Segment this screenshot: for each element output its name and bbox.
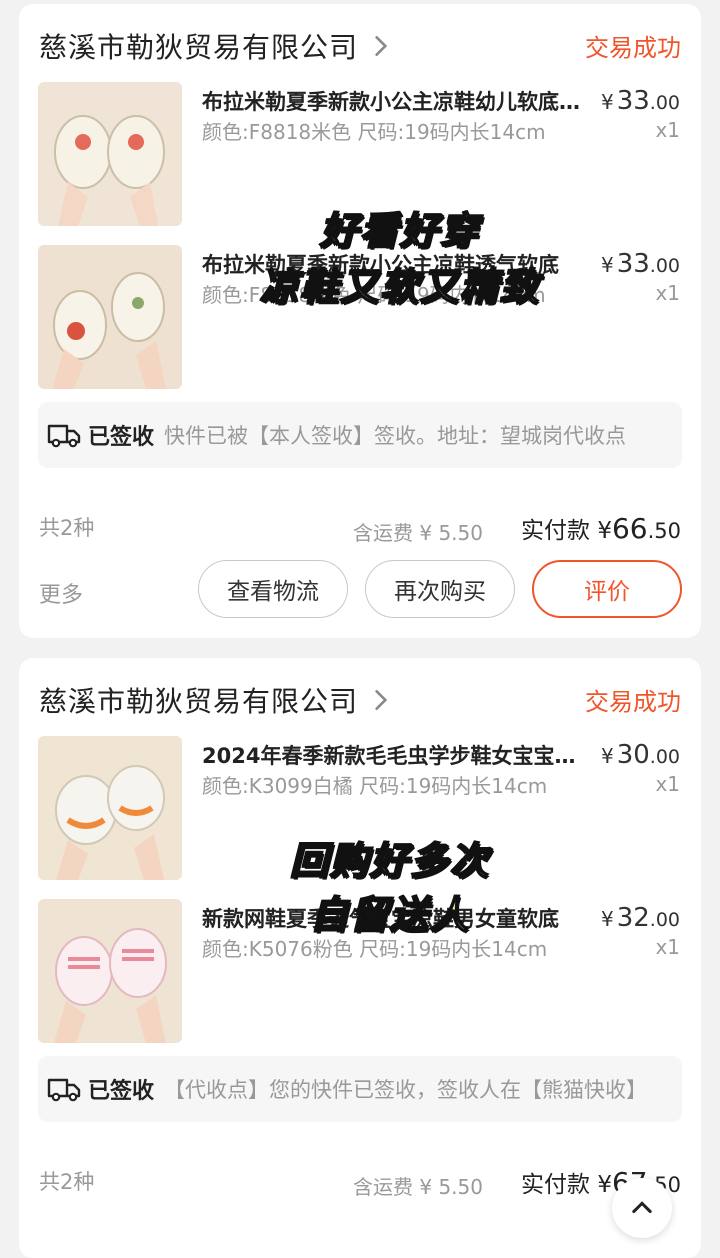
product-quantity: x1 — [655, 772, 680, 796]
more-button[interactable]: 更多 — [39, 577, 83, 609]
product-title: 布拉米勒夏季新款小公主凉鞋幼儿软底宝宝鞋 — [202, 90, 582, 114]
chevron-up-icon — [632, 1201, 652, 1214]
review-button[interactable]: 评价 — [532, 560, 682, 618]
product-quantity: x1 — [655, 281, 680, 305]
product-thumbnail[interactable] — [38, 82, 182, 226]
caption-overlay-line: 好看好穿 — [319, 208, 480, 254]
truck-icon — [47, 1078, 81, 1102]
view-logistics-button[interactable]: 查看物流 — [198, 560, 348, 618]
truck-icon — [47, 424, 81, 448]
shipping-fee: 含运费 ¥ 5.50 — [353, 1175, 483, 1199]
order-status: 交易成功 — [585, 688, 681, 716]
item-count: 共2种 — [39, 1170, 95, 1194]
product-thumbnail[interactable] — [38, 736, 182, 880]
logistics-bar[interactable]: 已签收 快件已被【本人签收】签收。地址：望城岗代收点 — [38, 402, 682, 468]
product-thumbnail[interactable] — [38, 899, 182, 1043]
product-thumbnail[interactable] — [38, 245, 182, 389]
paid-total: 实付款 ¥66.50 — [521, 512, 681, 545]
shop-name: 慈溪市勒狄贸易有限公司 — [39, 685, 359, 718]
logistics-status: 已签收 — [88, 1079, 155, 1104]
logistics-status: 已签收 — [88, 425, 155, 450]
product-quantity: x1 — [655, 118, 680, 142]
caption-overlay-line: 自留送人 — [309, 892, 470, 938]
product-price: ¥32.00 — [600, 903, 680, 933]
shop-link[interactable]: 慈溪市勒狄贸易有限公司 — [39, 26, 394, 66]
product-title: 2024年春季新款毛毛虫学步鞋女宝宝软底 — [202, 744, 582, 768]
product-price: ¥30.00 — [600, 740, 680, 770]
order-card[interactable]: 慈溪市勒狄贸易有限公司 交易成功 布拉米勒夏季新款小公主凉鞋幼儿软底宝宝鞋 颜色… — [19, 4, 701, 638]
chevron-right-icon — [375, 36, 388, 56]
shop-link[interactable]: 慈溪市勒狄贸易有限公司 — [39, 680, 394, 720]
caption-overlay-line: 回购好多次 — [289, 838, 490, 884]
shipping-fee: 含运费 ¥ 5.50 — [353, 521, 483, 545]
buy-again-button[interactable]: 再次购买 — [365, 560, 515, 618]
item-count: 共2种 — [39, 516, 95, 540]
logistics-detail: 快件已被【本人签收】签收。地址：望城岗代收点 — [164, 424, 627, 448]
order-card[interactable]: 慈溪市勒狄贸易有限公司 交易成功 2024年春季新款毛毛虫学步鞋女宝宝软底 颜色… — [19, 658, 701, 1258]
product-price: ¥33.00 — [600, 86, 680, 116]
shop-name: 慈溪市勒狄贸易有限公司 — [39, 31, 359, 64]
product-spec: 颜色:F8818米色 尺码:19码内长14cm — [202, 120, 546, 144]
product-quantity: x1 — [655, 935, 680, 959]
chevron-right-icon — [375, 690, 388, 710]
product-spec: 颜色:K3099白橘 尺码:19码内长14cm — [202, 774, 548, 798]
logistics-bar[interactable]: 已签收 【代收点】您的快件已签收，签收人在【熊猫快收】 — [38, 1056, 682, 1122]
logistics-detail: 【代收点】您的快件已签收，签收人在【熊猫快收】 — [164, 1078, 648, 1102]
order-status: 交易成功 — [585, 34, 681, 62]
caption-overlay-line: 凉鞋又软又精致 — [259, 264, 540, 310]
scroll-top-button[interactable] — [612, 1178, 672, 1238]
